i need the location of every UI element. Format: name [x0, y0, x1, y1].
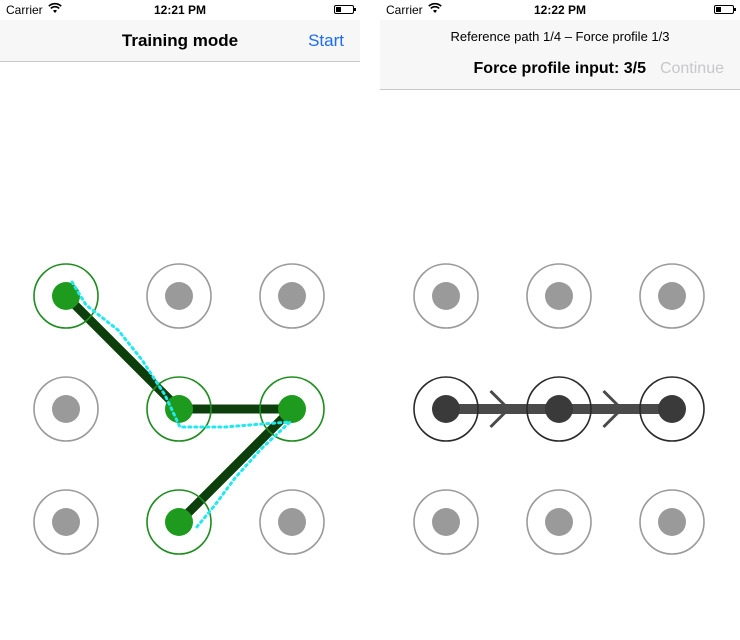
- node-dot[interactable]: [432, 282, 460, 310]
- node-dot[interactable]: [432, 508, 460, 536]
- node-dot[interactable]: [545, 282, 573, 310]
- training-screen: Carrier 12:21 PM Training mode Start: [0, 0, 360, 640]
- node-dot[interactable]: [278, 282, 306, 310]
- node-dot[interactable]: [658, 508, 686, 536]
- selected-node-dot[interactable]: [278, 395, 306, 423]
- selected-node-dot[interactable]: [165, 395, 193, 423]
- force-profile-screen: Carrier 12:22 PM Reference path 1/4 – Fo…: [380, 0, 740, 640]
- node-dot[interactable]: [165, 282, 193, 310]
- reference-node-dot[interactable]: [658, 395, 686, 423]
- node-dot[interactable]: [545, 508, 573, 536]
- node-dot[interactable]: [278, 508, 306, 536]
- reference-node-dot[interactable]: [432, 395, 460, 423]
- reference-node-dot[interactable]: [545, 395, 573, 423]
- screen-divider: [360, 0, 380, 640]
- reference-pattern-grid[interactable]: [380, 0, 740, 640]
- node-dot[interactable]: [52, 508, 80, 536]
- training-pattern-grid[interactable]: [0, 0, 360, 640]
- selected-node-dot[interactable]: [165, 508, 193, 536]
- node-dot[interactable]: [658, 282, 686, 310]
- node-dot[interactable]: [52, 395, 80, 423]
